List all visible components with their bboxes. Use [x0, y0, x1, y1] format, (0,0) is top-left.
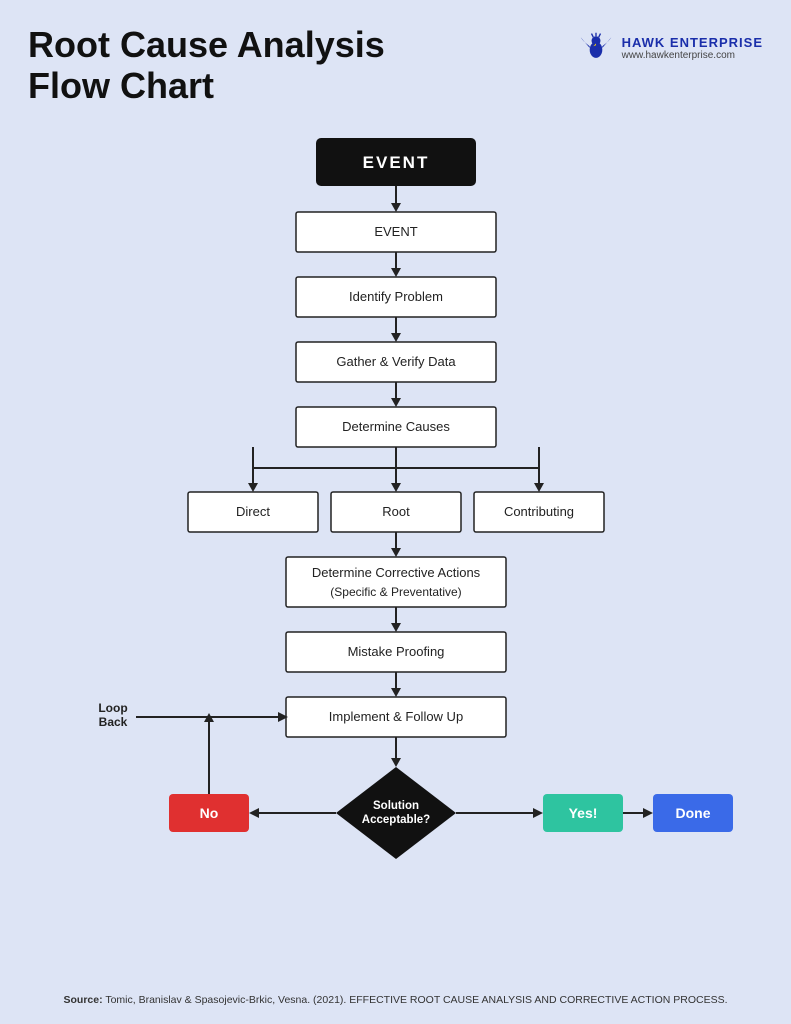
gather-verify-label: Gather & Verify Data	[336, 354, 456, 369]
contributing-label: Contributing	[504, 504, 574, 519]
hawk-logo-icon	[578, 30, 614, 66]
header: Root Cause Analysis Flow Chart	[0, 0, 791, 107]
logo-text: HAWK ENTERPRISE www.hawkenterprise.com	[622, 35, 763, 61]
solution-label: Solution	[373, 800, 419, 812]
event-label: EVENT	[374, 224, 417, 239]
done-label: Done	[676, 805, 711, 821]
event-main-label: EVENT	[363, 153, 430, 172]
implement-label: Implement & Follow Up	[329, 709, 463, 724]
flowchart-svg: EVENT EVENT Identify Problem Gather & Ve…	[0, 128, 791, 988]
source-footer: Source: Tomic, Branislav & Spasojevic-Br…	[0, 994, 791, 1006]
yes-label: Yes!	[569, 805, 598, 821]
logo-name: HAWK ENTERPRISE	[622, 35, 763, 50]
root-label: Root	[382, 504, 410, 519]
corrective-sub-label: (Specific & Preventative)	[330, 585, 461, 599]
logo-area: HAWK ENTERPRISE www.hawkenterprise.com	[578, 24, 763, 66]
corrective-label: Determine Corrective Actions	[312, 565, 481, 580]
logo-url: www.hawkenterprise.com	[622, 50, 763, 61]
direct-label: Direct	[236, 504, 270, 519]
source-text: Tomic, Branislav & Spasojevic-Brkic, Ves…	[105, 994, 727, 1006]
page-title: Root Cause Analysis Flow Chart	[28, 24, 385, 107]
mistake-proofing-label: Mistake Proofing	[348, 644, 445, 659]
loop-back-label2: Back	[99, 715, 128, 729]
source-label: Source:	[63, 994, 102, 1006]
determine-causes-label: Determine Causes	[342, 419, 450, 434]
no-label: No	[200, 805, 219, 821]
loop-back-label: Loop	[98, 701, 127, 715]
identify-problem-label: Identify Problem	[349, 289, 443, 304]
solution-diamond	[336, 767, 456, 859]
solution-label2: Acceptable?	[362, 814, 430, 826]
page: Root Cause Analysis Flow Chart	[0, 0, 791, 1024]
